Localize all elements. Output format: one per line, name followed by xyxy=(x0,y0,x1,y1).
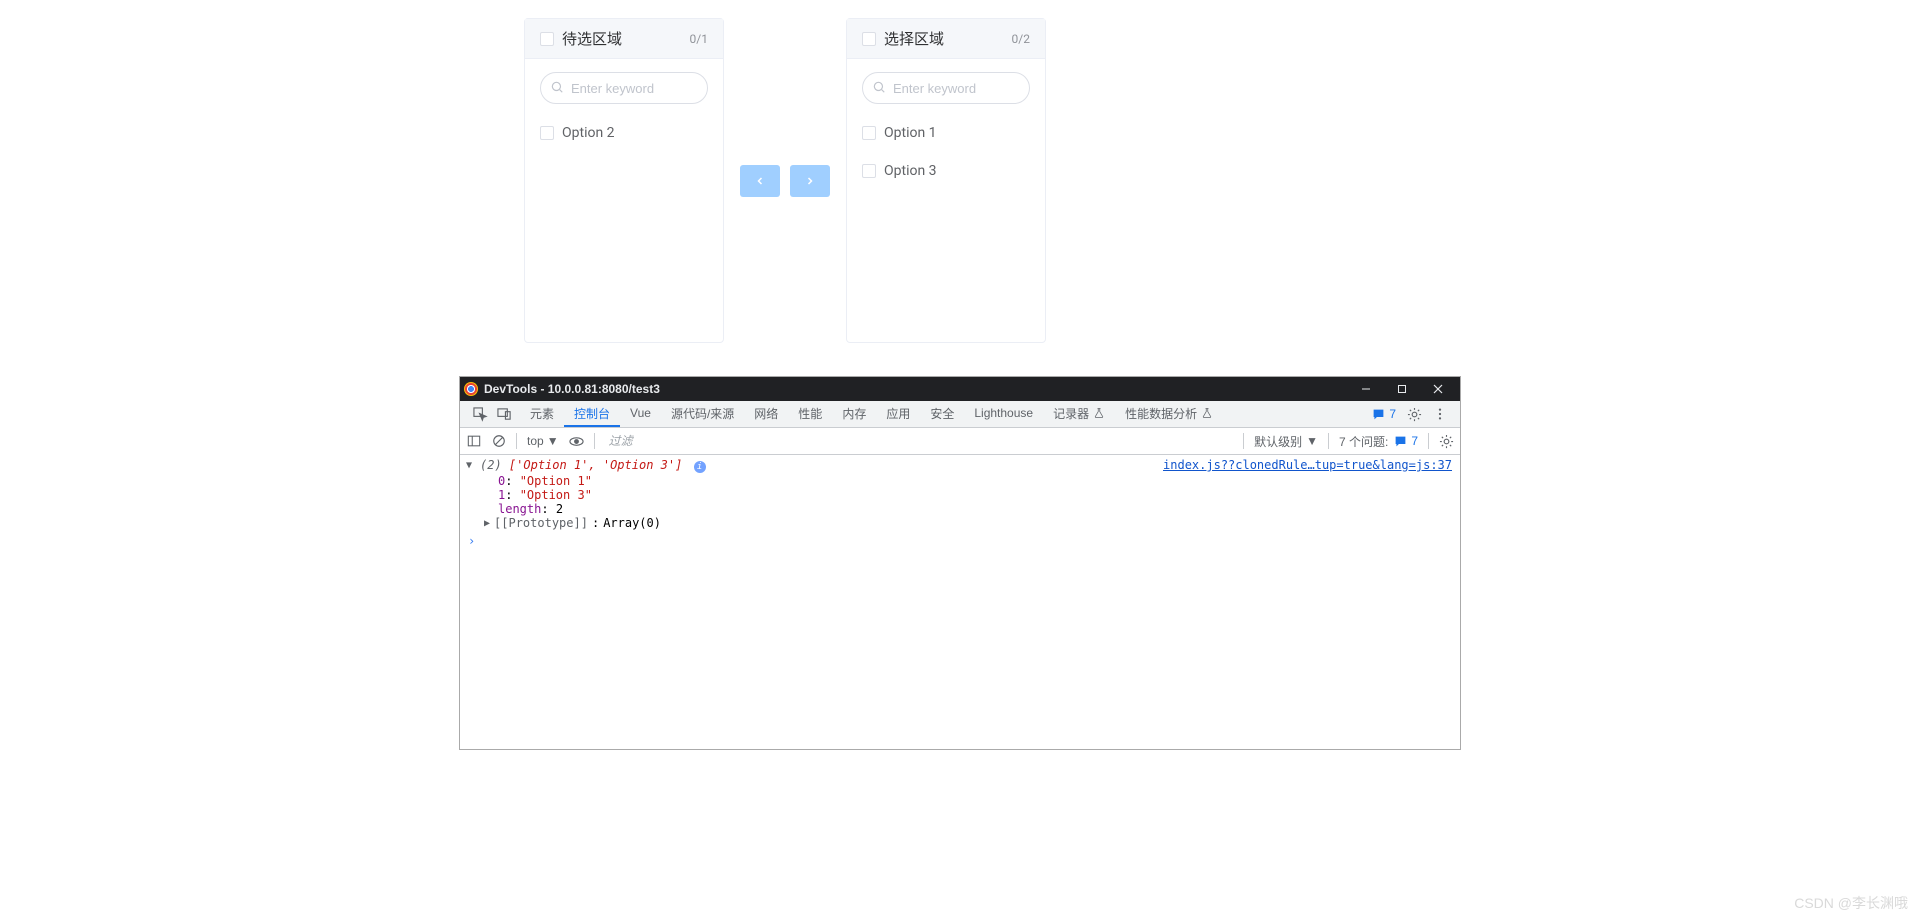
tab-network[interactable]: 网络 xyxy=(744,401,788,427)
option-list: Option 1 Option 3 xyxy=(862,116,1030,186)
search-icon xyxy=(872,80,886,94)
watermark: CSDN @李长渊哦 xyxy=(1794,893,1908,913)
settings-icon[interactable] xyxy=(1406,406,1422,422)
window-title: DevTools - 10.0.0.81:8080/test3 xyxy=(484,382,660,396)
tab-performance-insights[interactable]: 性能数据分析 xyxy=(1115,401,1223,427)
option-checkbox[interactable] xyxy=(862,164,876,178)
array-summary: (2) ['Option 1', 'Option 3'] i xyxy=(480,458,706,473)
console-entry-detail: 0: "Option 1" 1: "Option 3" length: 2 xyxy=(460,474,1460,516)
close-button[interactable] xyxy=(1420,377,1456,401)
clear-console-icon[interactable] xyxy=(491,434,506,449)
console-output: ▼ (2) ['Option 1', 'Option 3'] i index.j… xyxy=(460,455,1460,749)
console-settings-icon[interactable] xyxy=(1439,434,1454,449)
panel-header: 选择区域 0/2 xyxy=(847,19,1045,59)
inspect-icon[interactable] xyxy=(472,406,488,422)
expand-arrow-icon[interactable]: ▼ xyxy=(466,460,472,471)
live-expression-icon[interactable] xyxy=(569,434,584,449)
transfer-target-panel: 选择区域 0/2 Option 1 Option 3 xyxy=(846,18,1046,343)
maximize-button[interactable] xyxy=(1384,377,1420,401)
flask-icon xyxy=(1093,407,1105,419)
tab-vue[interactable]: Vue xyxy=(620,401,661,427)
chrome-logo-icon xyxy=(464,382,478,396)
panel-count: 0/2 xyxy=(1012,32,1030,46)
tab-elements[interactable]: 元素 xyxy=(520,401,564,427)
issues-label: 7 个问题: xyxy=(1339,433,1388,450)
separator xyxy=(516,433,517,449)
separator xyxy=(1243,433,1244,449)
issues-summary[interactable]: 7 个问题: 7 xyxy=(1339,433,1418,450)
prompt-icon: › xyxy=(468,534,475,548)
source-link[interactable]: index.js??clonedRule…tup=true&lang=js:37 xyxy=(1163,458,1452,472)
expand-arrow-icon[interactable]: ▶ xyxy=(484,518,490,529)
option-checkbox[interactable] xyxy=(862,126,876,140)
tab-memory[interactable]: 内存 xyxy=(832,401,876,427)
devtools-window: DevTools - 10.0.0.81:8080/test3 元素 控制台 V… xyxy=(459,376,1461,750)
chevron-right-icon xyxy=(804,175,816,187)
message-icon xyxy=(1394,435,1407,448)
panel-header: 待选区域 0/1 xyxy=(525,19,723,59)
window-titlebar[interactable]: DevTools - 10.0.0.81:8080/test3 xyxy=(460,377,1460,401)
transfer-component: 待选区域 0/1 Option 2 xyxy=(500,8,1070,343)
option-label: Option 3 xyxy=(884,163,937,179)
flask-icon xyxy=(1201,407,1213,419)
search-input[interactable] xyxy=(540,72,708,104)
list-item[interactable]: Option 1 xyxy=(862,118,1030,148)
search-icon xyxy=(550,80,564,94)
panel-count: 0/1 xyxy=(690,32,708,46)
console-prototype-row[interactable]: ▶ [[Prototype]]: Array(0) xyxy=(460,516,1460,530)
option-label: Option 2 xyxy=(562,125,615,141)
filter-input[interactable] xyxy=(605,432,1233,450)
select-all-checkbox[interactable] xyxy=(540,32,554,46)
tab-application[interactable]: 应用 xyxy=(876,401,920,427)
device-toggle-icon[interactable] xyxy=(496,406,512,422)
tab-console[interactable]: 控制台 xyxy=(564,401,620,427)
tab-sources[interactable]: 源代码/来源 xyxy=(661,401,744,427)
tab-lighthouse[interactable]: Lighthouse xyxy=(964,401,1043,427)
transfer-buttons xyxy=(740,165,830,197)
panel-title: 选择区域 xyxy=(884,28,944,49)
option-label: Option 1 xyxy=(884,125,937,141)
console-filter-bar: top ▼ 默认级别 ▼ 7 个问题: 7 xyxy=(460,428,1460,455)
separator xyxy=(1428,433,1429,449)
console-entry[interactable]: ▼ (2) ['Option 1', 'Option 3'] i index.j… xyxy=(460,457,1460,474)
sidebar-toggle-icon[interactable] xyxy=(466,434,481,449)
search-box xyxy=(862,72,1030,104)
more-icon[interactable] xyxy=(1432,406,1448,422)
option-list: Option 2 xyxy=(540,116,708,148)
search-input[interactable] xyxy=(862,72,1030,104)
search-box xyxy=(540,72,708,104)
move-left-button[interactable] xyxy=(740,165,780,197)
list-item[interactable]: Option 2 xyxy=(540,118,708,148)
tab-security[interactable]: 安全 xyxy=(920,401,964,427)
devtools-tabbar: 元素 控制台 Vue 源代码/来源 网络 性能 内存 应用 安全 Lightho… xyxy=(460,401,1460,428)
option-checkbox[interactable] xyxy=(540,126,554,140)
separator xyxy=(594,433,595,449)
move-right-button[interactable] xyxy=(790,165,830,197)
log-level-selector[interactable]: 默认级别 ▼ xyxy=(1254,433,1318,450)
panel-title: 待选区域 xyxy=(562,28,622,49)
transfer-source-panel: 待选区域 0/1 Option 2 xyxy=(524,18,724,343)
message-icon xyxy=(1372,408,1385,421)
info-icon[interactable]: i xyxy=(694,461,706,473)
tab-performance[interactable]: 性能 xyxy=(788,401,832,427)
list-item[interactable]: Option 3 xyxy=(862,156,1030,186)
minimize-button[interactable] xyxy=(1348,377,1384,401)
separator xyxy=(1328,433,1329,449)
tab-recorder[interactable]: 记录器 xyxy=(1043,401,1115,427)
console-prompt[interactable]: › xyxy=(460,534,1460,552)
chevron-left-icon xyxy=(754,175,766,187)
select-all-checkbox[interactable] xyxy=(862,32,876,46)
issues-badge[interactable]: 7 xyxy=(1372,407,1396,421)
context-selector[interactable]: top ▼ xyxy=(527,434,559,448)
